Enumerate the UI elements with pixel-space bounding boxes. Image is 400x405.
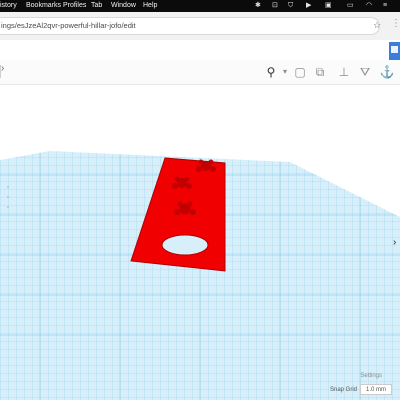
grid-icon [391, 46, 398, 53]
align-icon[interactable]: ⊥ [336, 64, 352, 80]
lock-icon[interactable]: ▣ [325, 0, 332, 12]
battery-icon[interactable]: ▭ [347, 0, 354, 12]
status-icon[interactable]: ⊡ [272, 0, 278, 12]
menu-window[interactable]: Window [111, 0, 136, 12]
menu-tab[interactable]: Tab [91, 0, 102, 12]
group-icon[interactable]: ▢ [292, 64, 308, 80]
shield-icon[interactable]: ⛉ [288, 0, 293, 12]
snap-grid-label: Snap Grid [329, 387, 357, 393]
menu-bookmarks[interactable]: Bookmarks [26, 0, 61, 12]
editor-toolbar: › ⚲ ▾ ▢ ⧉ ⊥ ⛛ ⚓ [0, 60, 400, 85]
snap-grid-select[interactable]: 1.0 mm [360, 384, 392, 395]
address-bar[interactable]: ings/esJzeAl2qvr-powerful-hillar-jofo/ed… [0, 17, 380, 35]
sidebar-icon[interactable]: ⋮ [391, 18, 400, 29]
wifi-icon[interactable]: ◠ [366, 0, 372, 12]
ungroup-icon[interactable]: ⧉ [312, 64, 328, 80]
cruise-icon[interactable]: ⚓ [379, 64, 395, 80]
menu-history[interactable]: istory [0, 0, 17, 12]
snap-grid-value: 1.0 mm [365, 387, 386, 393]
menu-profiles[interactable]: Profiles [63, 0, 86, 12]
star-icon[interactable]: ☆ [373, 20, 381, 31]
extension-panel[interactable] [389, 42, 400, 60]
dropdown-icon[interactable]: ▾ [277, 64, 293, 80]
hole[interactable] [161, 234, 209, 256]
settings-link[interactable]: Settings [360, 373, 382, 379]
menu-help[interactable]: Help [143, 0, 157, 12]
menu-bar: istory Bookmarks Profiles Tab Window Hel… [0, 0, 400, 12]
address-text: ings/esJzeAl2qvr-powerful-hillar-jofo/ed… [1, 21, 136, 30]
workplane-svg[interactable]: › [0, 85, 400, 400]
mirror-icon[interactable]: ⛛ [357, 64, 373, 80]
control-center-icon[interactable]: ≡ [383, 0, 387, 12]
workplane-canvas[interactable]: › [0, 85, 400, 400]
right-chevron-icon[interactable]: › [393, 237, 396, 248]
bluetooth-icon[interactable]: ✱ [255, 0, 261, 12]
collapse-icon[interactable]: › [1, 63, 4, 74]
play-icon[interactable]: ▶ [306, 0, 311, 12]
